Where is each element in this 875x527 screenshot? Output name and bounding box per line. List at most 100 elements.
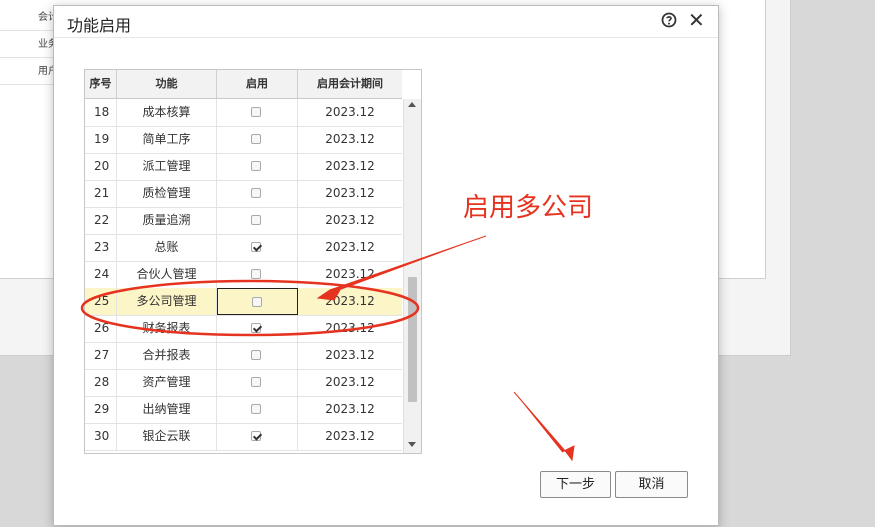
enabled-cell[interactable] — [217, 234, 298, 261]
period-cell: 2023.12 — [325, 294, 375, 308]
enable-checkbox[interactable] — [251, 242, 261, 252]
enable-checkbox[interactable] — [251, 188, 261, 198]
function-cell: 派工管理 — [117, 153, 217, 180]
function-cell: 多公司管理 — [117, 288, 217, 315]
enabled-cell[interactable] — [217, 153, 298, 180]
period-cell: 2023.12 — [325, 429, 375, 443]
function-cell: 合并报表 — [117, 342, 217, 369]
period-cell: 2023.12 — [325, 159, 375, 173]
seq-cell: 29 — [85, 396, 117, 423]
enabled-cell[interactable] — [217, 396, 298, 423]
enabled-cell[interactable] — [217, 180, 298, 207]
function-cell: 质检管理 — [117, 180, 217, 207]
cancel-button[interactable]: 取消 — [615, 471, 688, 498]
enable-checkbox[interactable] — [252, 297, 262, 307]
table-row[interactable]: 28 资产管理 2023.12 — [85, 369, 402, 397]
help-circle-icon[interactable] — [661, 12, 677, 28]
enabled-cell[interactable] — [217, 423, 298, 450]
function-cell: 成本核算 — [117, 99, 217, 126]
table-body: 18 成本核算 2023.12 19 简单工序 2023.12 20 派工管理 2023.12 2… — [85, 99, 402, 453]
header-seq[interactable]: 序号 — [85, 70, 117, 98]
table-row[interactable]: 23 总账 2023.12 — [85, 234, 402, 262]
enabled-cell[interactable] — [217, 369, 298, 396]
table-row[interactable]: 29 出纳管理 2023.12 — [85, 396, 402, 424]
title-divider — [54, 37, 718, 38]
enable-checkbox[interactable] — [251, 323, 261, 333]
enabled-cell[interactable] — [217, 315, 298, 342]
background-row: 业务 — [0, 32, 60, 58]
next-step-button[interactable]: 下一步 — [540, 471, 611, 498]
seq-cell: 24 — [85, 261, 117, 288]
header-function[interactable]: 功能 — [117, 70, 217, 98]
enable-checkbox[interactable] — [251, 269, 261, 279]
header-enabled[interactable]: 启用 — [217, 70, 298, 98]
period-cell: 2023.12 — [325, 402, 375, 416]
period-cell: 2023.12 — [325, 375, 375, 389]
function-cell: 财务报表 — [117, 315, 217, 342]
annotation-label: 启用多公司 — [463, 193, 594, 223]
enabled-cell[interactable] — [217, 99, 298, 126]
function-cell: 总账 — [117, 234, 217, 261]
enable-checkbox[interactable] — [251, 350, 261, 360]
enabled-cell[interactable] — [217, 261, 298, 288]
seq-cell: 28 — [85, 369, 117, 396]
period-cell: 2023.12 — [325, 240, 375, 254]
scrollbar-thumb[interactable] — [408, 277, 417, 402]
header-period[interactable]: 启用会计期间 — [298, 70, 402, 98]
period-cell: 2023.12 — [325, 186, 375, 200]
seq-cell: 21 — [85, 180, 117, 207]
close-icon[interactable]: ✕ — [688, 10, 705, 30]
seq-cell: 26 — [85, 315, 117, 342]
period-cell: 2023.12 — [325, 321, 375, 335]
scroll-up-arrow-icon[interactable] — [408, 102, 416, 107]
enable-checkbox[interactable] — [251, 134, 261, 144]
function-cell: 质量追溯 — [117, 207, 217, 234]
table-row[interactable]: 26 财务报表 2023.12 — [85, 315, 402, 343]
scroll-down-arrow-icon[interactable] — [408, 442, 416, 447]
function-cell: 简单工序 — [117, 126, 217, 153]
table-row[interactable]: 21 质检管理 2023.12 — [85, 180, 402, 208]
seq-cell: 23 — [85, 234, 117, 261]
table-header: 序号 功能 启用 启用会计期间 — [85, 70, 402, 99]
enabled-cell[interactable] — [217, 342, 298, 369]
enabled-cell[interactable] — [217, 207, 298, 234]
function-cell: 合伙人管理 — [117, 261, 217, 288]
seq-cell: 22 — [85, 207, 117, 234]
enable-checkbox[interactable] — [251, 431, 261, 441]
seq-cell: 27 — [85, 342, 117, 369]
function-cell: 出纳管理 — [117, 396, 217, 423]
vertical-scrollbar[interactable] — [403, 99, 421, 453]
table-row[interactable]: 24 合伙人管理 2023.12 — [85, 261, 402, 289]
enable-checkbox[interactable] — [251, 404, 261, 414]
seq-cell: 30 — [85, 423, 117, 450]
table-row[interactable]: 25 多公司管理 2023.12 — [85, 288, 402, 316]
seq-cell: 18 — [85, 99, 117, 126]
seq-cell: 19 — [85, 126, 117, 153]
table-row[interactable]: 20 派工管理 2023.12 — [85, 153, 402, 181]
function-cell: 资产管理 — [117, 369, 217, 396]
background-row: 用户 — [0, 59, 60, 85]
feature-enable-dialog: 功能启用 ✕ 序号 功能 启用 启用会计期间 18 成本核算 2023.12 19 简单… — [53, 5, 719, 526]
enabled-cell[interactable] — [217, 288, 298, 315]
function-cell: 银企云联 — [117, 423, 217, 450]
table-row[interactable]: 27 合并报表 2023.12 — [85, 342, 402, 370]
feature-table: 序号 功能 启用 启用会计期间 18 成本核算 2023.12 19 简单工序 2023.… — [84, 69, 422, 454]
enable-checkbox[interactable] — [251, 107, 261, 117]
period-cell: 2023.12 — [325, 348, 375, 362]
period-cell: 2023.12 — [325, 132, 375, 146]
period-cell: 2023.12 — [325, 105, 375, 119]
period-cell: 2023.12 — [325, 267, 375, 281]
period-cell: 2023.12 — [325, 213, 375, 227]
dialog-title: 功能启用 — [67, 16, 132, 35]
table-row[interactable]: 22 质量追溯 2023.12 — [85, 207, 402, 235]
table-row[interactable]: 19 简单工序 2023.12 — [85, 126, 402, 154]
enable-checkbox[interactable] — [251, 215, 261, 225]
seq-cell: 25 — [85, 288, 117, 315]
seq-cell: 20 — [85, 153, 117, 180]
enable-checkbox[interactable] — [251, 377, 261, 387]
table-row[interactable]: 30 银企云联 2023.12 — [85, 423, 402, 451]
table-row[interactable]: 18 成本核算 2023.12 — [85, 99, 402, 127]
background-row: 会计 — [0, 5, 60, 31]
enabled-cell[interactable] — [217, 126, 298, 153]
enable-checkbox[interactable] — [251, 161, 261, 171]
